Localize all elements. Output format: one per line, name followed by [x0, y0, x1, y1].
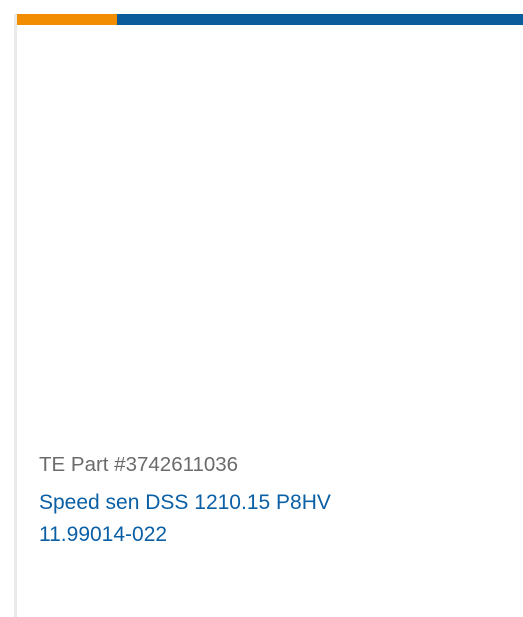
- accent-bar-blue-segment: [117, 14, 523, 25]
- part-number: TE Part #3742611036: [39, 453, 239, 476]
- product-title-link[interactable]: Speed sen DSS 1210.15 P8HV 11.99014-022: [39, 487, 479, 551]
- product-title-line-2: 11.99014-022: [39, 523, 168, 546]
- product-card[interactable]: TE Part #3742611036 Speed sen DSS 1210.1…: [14, 14, 523, 617]
- card-accent-bar: [17, 14, 523, 25]
- accent-bar-orange-segment: [17, 14, 117, 25]
- product-title-line-1: Speed sen DSS 1210.15 P8HV: [39, 491, 331, 514]
